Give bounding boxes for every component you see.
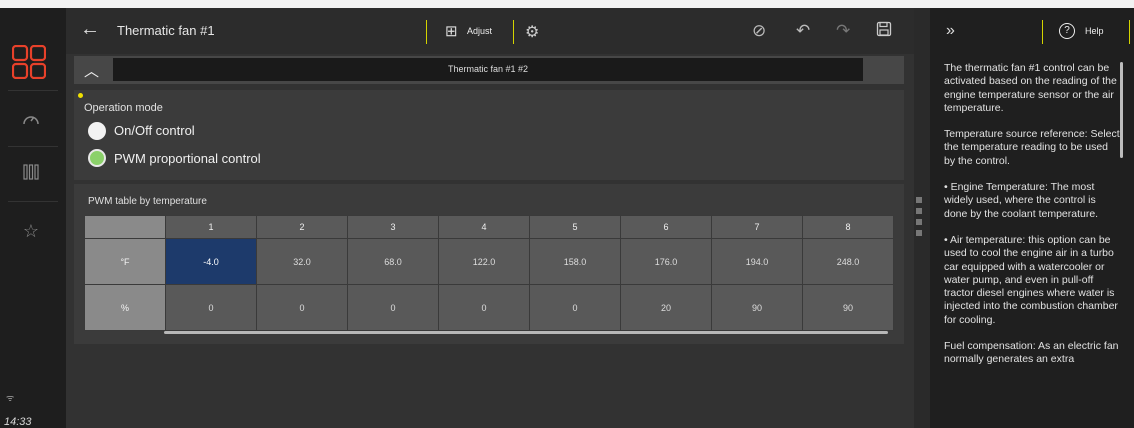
top-strip: [0, 0, 1134, 8]
help-button[interactable]: ? Help: [1042, 20, 1130, 44]
redo-icon[interactable]: ↷: [836, 21, 850, 41]
columns-icon[interactable]: [20, 163, 42, 185]
radio-pwm-label[interactable]: PWM proportional control: [114, 151, 261, 166]
undo-icon[interactable]: ↶: [796, 21, 810, 41]
help-text: The thermatic fan #1 control can be acti…: [944, 62, 1122, 422]
corner-cell: [84, 215, 166, 239]
table-cell[interactable]: 0: [438, 284, 530, 331]
horizontal-scrollbar[interactable]: [164, 331, 888, 334]
column-header: 7: [711, 215, 803, 239]
page-indicator[interactable]: [916, 208, 922, 214]
column-header: 2: [256, 215, 348, 239]
page-indicator[interactable]: [916, 230, 922, 236]
adjust-button[interactable]: ⊞ Adjust: [426, 20, 514, 44]
table-cell[interactable]: 248.0: [802, 238, 894, 285]
table-row: % 0 0 0 0 0 20 90 90: [84, 284, 894, 331]
help-paragraph: Temperature source reference: Select the…: [944, 128, 1120, 167]
table-cell[interactable]: 194.0: [711, 238, 803, 285]
column-header: 6: [620, 215, 712, 239]
column-header: 4: [438, 215, 530, 239]
table-cell[interactable]: 0: [256, 284, 348, 331]
table-cell[interactable]: 32.0: [256, 238, 348, 285]
table-header-row: 1 2 3 4 5 6 7 8: [84, 215, 894, 239]
table-row: °F -4.0 32.0 68.0 122.0 158.0 176.0 194.…: [84, 238, 894, 285]
table-cell[interactable]: 68.0: [347, 238, 439, 285]
row-header: °F: [84, 238, 166, 285]
pwm-table: 1 2 3 4 5 6 7 8 °F -4.0 32.0 68.0 122.0 …: [84, 215, 894, 331]
left-sidebar: ☆ ᯤ 14:33: [0, 8, 66, 428]
gauge-icon[interactable]: [20, 110, 42, 132]
column-header: 5: [529, 215, 621, 239]
help-paragraph: • Air temperature: this option can be us…: [944, 233, 1118, 326]
tab-thermatic-fan[interactable]: Thermatic fan #1 #2: [113, 58, 863, 81]
table-cell[interactable]: 122.0: [438, 238, 530, 285]
radio-onoff-label[interactable]: On/Off control: [114, 123, 195, 138]
radio-onoff[interactable]: [88, 122, 106, 140]
table-cell[interactable]: 20: [620, 284, 712, 331]
help-paragraph: Fuel compensation: As an electric fan no…: [944, 340, 1119, 366]
page-indicator[interactable]: [916, 219, 922, 225]
vertical-scrollbar[interactable]: [1120, 62, 1123, 158]
page-indicator[interactable]: [916, 197, 922, 203]
tab-bar: ︿ Thermatic fan #1 #2: [74, 56, 904, 84]
clock-time: 14:33: [4, 416, 32, 428]
operation-mode-label: Operation mode: [84, 102, 163, 114]
question-icon: ?: [1059, 23, 1075, 39]
divider: [8, 90, 58, 91]
status-dot: [78, 93, 83, 98]
gear-icon[interactable]: ⚙: [525, 22, 539, 42]
table-cell[interactable]: 158.0: [529, 238, 621, 285]
pwm-table-label: PWM table by temperature: [88, 196, 207, 207]
divider: [8, 201, 58, 202]
column-header: 8: [802, 215, 894, 239]
table-cell[interactable]: 176.0: [620, 238, 712, 285]
table-cell[interactable]: 90: [802, 284, 894, 331]
page-title: Thermatic fan #1: [117, 23, 215, 38]
table-cell[interactable]: 90: [711, 284, 803, 331]
help-paragraph: • Engine Temperature: The most widely us…: [944, 181, 1099, 220]
main-panel: ← Thermatic fan #1 ⊞ Adjust ⚙ ⊘ ↶ ↷ ︿ Th…: [66, 8, 914, 428]
radio-pwm[interactable]: [88, 149, 106, 167]
save-icon[interactable]: [876, 21, 892, 42]
operation-mode-section: Operation mode On/Off control PWM propor…: [74, 90, 904, 180]
help-panel: » ? Help The thermatic fan #1 control ca…: [930, 8, 1134, 428]
divider: [8, 146, 58, 147]
table-cell[interactable]: 0: [347, 284, 439, 331]
chevron-up-icon[interactable]: ︿: [84, 60, 99, 81]
table-cell[interactable]: 0: [529, 284, 621, 331]
header-bar: ← Thermatic fan #1 ⊞ Adjust ⚙ ⊘ ↶ ↷: [66, 8, 914, 54]
app-logo[interactable]: [12, 45, 46, 79]
adjust-label: Adjust: [467, 26, 493, 36]
cancel-icon[interactable]: ⊘: [752, 21, 766, 41]
help-paragraph: The thermatic fan #1 control can be acti…: [944, 62, 1117, 114]
pwm-table-section: PWM table by temperature 1 2 3 4 5 6 7 8…: [74, 184, 904, 344]
grid-icon: ⊞: [445, 23, 458, 40]
table-cell[interactable]: 0: [165, 284, 257, 331]
table-cell[interactable]: -4.0: [165, 238, 257, 285]
column-header: 1: [165, 215, 257, 239]
star-icon[interactable]: ☆: [20, 220, 42, 242]
wifi-icon: ᯤ: [6, 393, 15, 403]
row-header: %: [84, 284, 166, 331]
column-header: 3: [347, 215, 439, 239]
back-arrow-icon[interactable]: ←: [80, 18, 100, 41]
double-chevron-right-icon[interactable]: »: [946, 22, 955, 40]
tab-label: Thermatic fan #1 #2: [447, 64, 529, 74]
help-label: Help: [1085, 26, 1104, 36]
panel-page-indicators: [916, 197, 922, 241]
